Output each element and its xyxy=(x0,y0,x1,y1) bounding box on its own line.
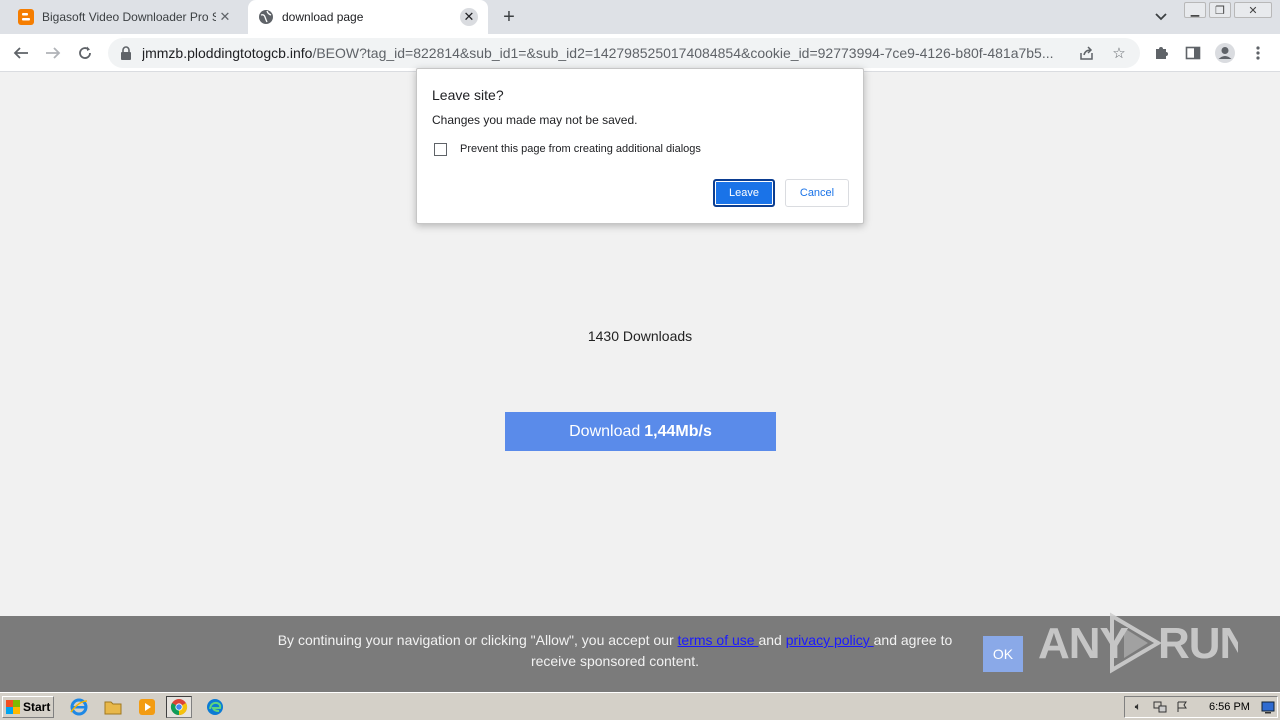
start-label: Start xyxy=(23,700,51,714)
leave-site-dialog: Leave site? Changes you made may not be … xyxy=(416,68,864,224)
close-tab-icon[interactable]: ✕ xyxy=(460,8,478,26)
terms-of-use-link[interactable]: terms of use xyxy=(678,632,759,648)
prevent-dialogs-checkbox[interactable] xyxy=(434,143,447,156)
tab-title: Bigasoft Video Downloader Pro Serial xyxy=(42,10,216,24)
download-button[interactable]: Download 1,44Mb/s xyxy=(505,412,776,451)
watermark-text-right: RUN xyxy=(1158,619,1238,668)
blogger-icon xyxy=(18,9,34,25)
taskbar: Start 🔈︎ 6:56 PM xyxy=(0,692,1280,720)
close-window-button[interactable]: ✕ xyxy=(1234,2,1272,18)
browser-toolbar: jmmzb.ploddingtotogcb.info/BEOW?tag_id=8… xyxy=(0,34,1280,72)
action-center-flag-icon[interactable] xyxy=(1173,699,1191,715)
consent-text-before: By continuing your navigation or clickin… xyxy=(277,632,678,648)
dialog-message: Changes you made may not be saved. xyxy=(432,113,638,127)
tab-title: download page xyxy=(282,10,364,24)
volume-icon[interactable]: 🔈︎ xyxy=(1129,699,1147,715)
url-text[interactable]: jmmzb.ploddingtotogcb.info/BEOW?tag_id=8… xyxy=(142,45,1066,61)
leave-button[interactable]: Leave xyxy=(713,179,775,207)
dialog-title: Leave site? xyxy=(432,87,504,103)
download-speed: 1,44Mb/s xyxy=(644,422,712,440)
privacy-policy-link[interactable]: privacy policy xyxy=(786,632,874,648)
tab-strip: Bigasoft Video Downloader Pro Serial ✕ d… xyxy=(0,0,1280,34)
restore-button[interactable]: ❐ xyxy=(1209,2,1231,18)
downloads-count: 1430 Downloads xyxy=(587,328,693,344)
minimize-button[interactable]: ▁ xyxy=(1184,2,1206,18)
cancel-button[interactable]: Cancel xyxy=(785,179,849,207)
reload-icon[interactable] xyxy=(72,40,98,66)
extensions-icon[interactable] xyxy=(1148,40,1174,66)
lock-icon[interactable] xyxy=(120,46,134,60)
chevron-down-icon[interactable] xyxy=(1152,8,1170,26)
system-tray: 🔈︎ 6:56 PM xyxy=(1124,696,1278,718)
kebab-menu-icon[interactable] xyxy=(1245,40,1271,66)
address-bar[interactable]: jmmzb.ploddingtotogcb.info/BEOW?tag_id=8… xyxy=(108,38,1140,68)
media-player-icon[interactable] xyxy=(134,696,160,718)
profile-avatar-icon[interactable] xyxy=(1212,40,1238,66)
show-desktop-icon[interactable] xyxy=(1261,700,1275,714)
new-tab-button[interactable]: + xyxy=(498,6,520,28)
download-label: Download xyxy=(569,422,641,440)
prevent-dialogs-label[interactable]: Prevent this page from creating addition… xyxy=(460,143,701,155)
bookmark-star-icon[interactable]: ☆ xyxy=(1108,42,1130,64)
side-panel-icon[interactable] xyxy=(1180,40,1206,66)
consent-text-middle: and xyxy=(758,632,786,648)
anyrun-logo-icon: ANY RUN xyxy=(1038,612,1238,674)
start-button[interactable]: Start xyxy=(2,696,54,718)
ok-button[interactable]: OK xyxy=(983,636,1023,672)
taskbar-clock: 6:56 PM xyxy=(1209,701,1250,713)
internet-explorer-icon[interactable] xyxy=(66,696,92,718)
url-path: /BEOW?tag_id=822814&sub_id1=&sub_id2=142… xyxy=(312,45,1054,61)
url-host: jmmzb.ploddingtotogcb.info xyxy=(142,45,313,61)
watermark-text-left: ANY xyxy=(1038,619,1129,668)
consent-text: By continuing your navigation or clickin… xyxy=(270,630,960,672)
forward-arrow-icon[interactable] xyxy=(40,40,66,66)
windows-flag-icon xyxy=(6,700,20,714)
tab-download-page[interactable]: download page ✕ xyxy=(248,0,488,34)
anyrun-watermark: ANY RUN xyxy=(1038,610,1238,676)
back-arrow-icon[interactable] xyxy=(8,40,34,66)
edge-icon[interactable] xyxy=(202,696,228,718)
tab-bigasoft[interactable]: Bigasoft Video Downloader Pro Serial ✕ xyxy=(8,0,244,34)
globe-icon xyxy=(258,9,274,25)
close-tab-icon[interactable]: ✕ xyxy=(216,8,234,26)
share-icon[interactable] xyxy=(1076,42,1098,64)
network-icon[interactable] xyxy=(1151,699,1169,715)
chrome-taskbar-icon[interactable] xyxy=(166,696,192,718)
file-explorer-icon[interactable] xyxy=(100,696,126,718)
